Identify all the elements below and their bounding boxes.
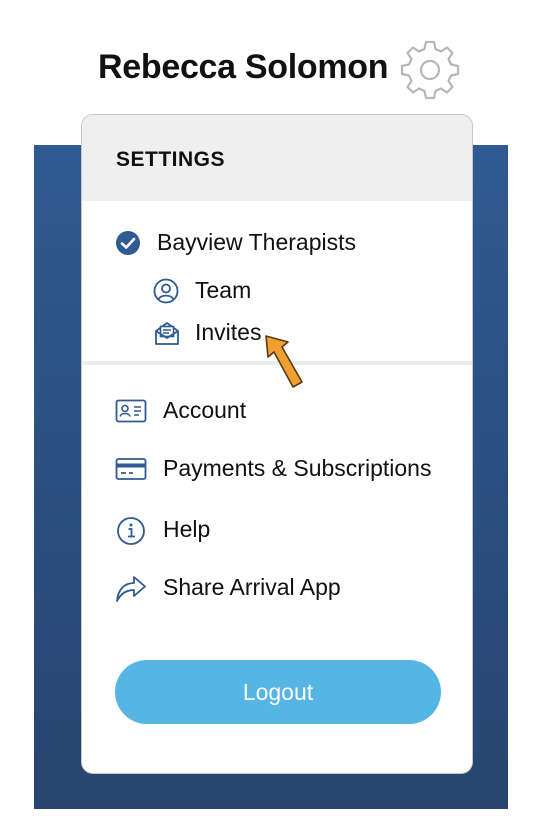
credit-card-icon: [115, 456, 147, 482]
share-item[interactable]: Share Arrival App: [115, 571, 341, 603]
help-item[interactable]: Help: [115, 513, 210, 545]
user-name: Rebecca Solomon: [98, 48, 389, 86]
team-item[interactable]: Team: [153, 277, 251, 304]
id-card-icon: [115, 398, 147, 424]
settings-header: SETTINGS: [82, 115, 472, 201]
envelope-open-icon: [153, 320, 181, 346]
settings-title: SETTINGS: [116, 148, 226, 171]
share-label: Share Arrival App: [163, 573, 341, 600]
account-item[interactable]: Account: [115, 397, 246, 424]
header: Rebecca Solomon: [0, 0, 538, 110]
account-label: Account: [163, 397, 247, 423]
logout-button[interactable]: Logout: [115, 660, 441, 724]
gear-icon[interactable]: [400, 40, 460, 100]
organization-name: Bayview Therapists: [157, 229, 356, 255]
invites-label: Invites: [195, 319, 262, 345]
invites-item[interactable]: Invites: [153, 319, 261, 346]
payments-label: Payments & Subscriptions: [163, 455, 432, 481]
info-icon: [115, 513, 147, 545]
organization-item[interactable]: Bayview Therapists: [115, 229, 356, 256]
team-label: Team: [195, 277, 252, 303]
pointer-arrow-icon: [258, 330, 318, 394]
help-label: Help: [163, 515, 211, 542]
user-circle-icon: [153, 278, 179, 304]
check-circle-icon: [115, 230, 141, 256]
payments-item[interactable]: Payments & Subscriptions: [115, 455, 431, 482]
share-arrow-icon: [115, 571, 147, 603]
settings-menu: SETTINGS Bayview Therapists Team Invites…: [81, 114, 473, 774]
